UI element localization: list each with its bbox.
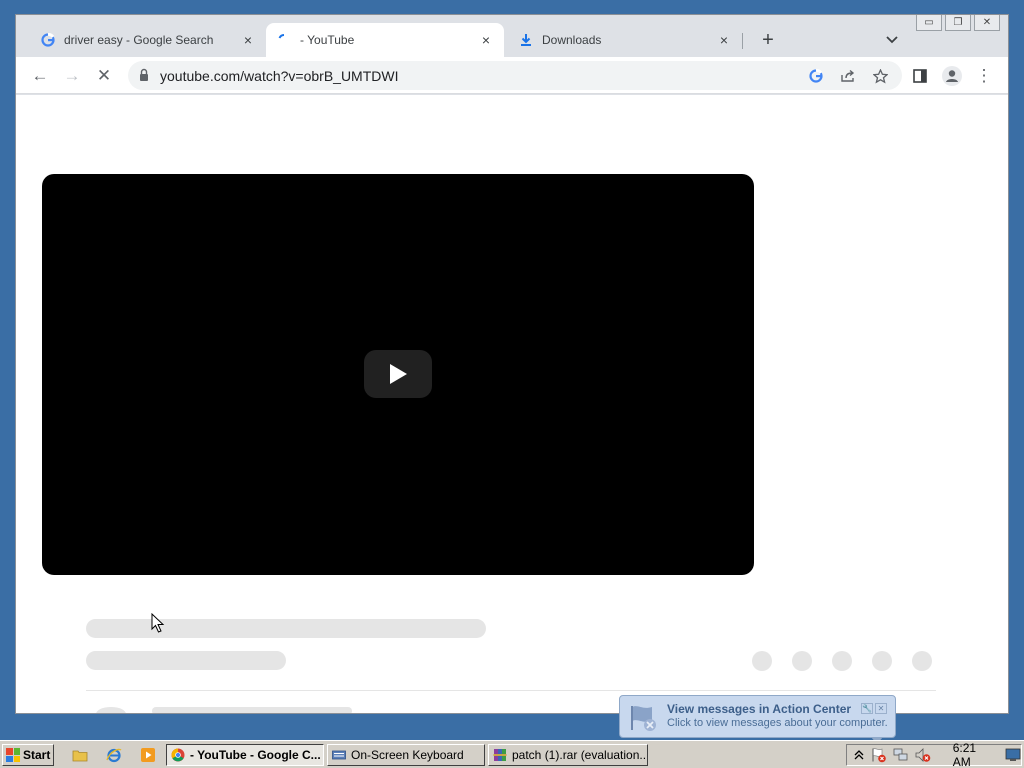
chrome-menu-button[interactable]: ⋮: [971, 63, 997, 89]
start-button[interactable]: Start: [2, 744, 54, 766]
content-divider: [86, 690, 936, 691]
lock-icon: [140, 68, 148, 81]
taskbar-item-label: On-Screen Keyboard: [351, 748, 464, 762]
profile-avatar-icon: [942, 66, 962, 86]
system-tray: 6:21 AM: [846, 741, 1022, 768]
play-icon: [390, 364, 407, 384]
media-player-icon[interactable]: [139, 746, 157, 764]
notification-controls: 🔧 ✕: [861, 703, 887, 714]
tab-google-search[interactable]: driver easy - Google Search ×: [30, 23, 266, 57]
notification-text: Click to view messages about your comput…: [667, 717, 888, 729]
notification-title: View messages in Action Center: [667, 702, 852, 716]
keyboard-icon: [332, 750, 346, 760]
description-placeholder: [152, 707, 352, 713]
share-icon[interactable]: [837, 65, 859, 87]
action-center-flag-icon: [631, 706, 656, 731]
browser-toolbar: ← → ✕ youtube.com/watch?v=obrB_UMTDWI ⋮: [16, 57, 1008, 94]
show-hidden-icons-icon[interactable]: [853, 747, 865, 763]
new-tab-button[interactable]: +: [756, 28, 780, 52]
windows-logo-icon: [6, 748, 20, 762]
volume-muted-icon[interactable]: [915, 747, 931, 763]
notification-options-icon[interactable]: 🔧: [861, 703, 873, 714]
video-player[interactable]: [42, 174, 754, 575]
action-placeholder: [872, 651, 892, 671]
taskbar-item-label: - YouTube - Google C...: [190, 748, 321, 762]
download-icon: [518, 32, 534, 48]
tab-close-icon[interactable]: ×: [716, 32, 732, 48]
avatar-placeholder: [96, 707, 126, 713]
tab-search-button[interactable]: [880, 28, 904, 52]
loading-spinner-icon: [276, 32, 292, 48]
tab-strip: driver easy - Google Search × - YouTube …: [16, 23, 1008, 57]
profile-button[interactable]: [939, 63, 965, 89]
side-panel-button[interactable]: [907, 63, 933, 89]
side-panel-icon: [913, 69, 927, 83]
address-bar[interactable]: youtube.com/watch?v=obrB_UMTDWI: [128, 61, 902, 90]
url-text: youtube.com/watch?v=obrB_UMTDWI: [160, 68, 399, 84]
action-center-notification[interactable]: View messages in Action Center Click to …: [619, 695, 896, 738]
action-placeholder: [912, 651, 932, 671]
chrome-icon: [171, 748, 185, 762]
action-placeholder: [832, 651, 852, 671]
bookmark-star-icon[interactable]: [869, 65, 891, 87]
mouse-cursor-icon: [151, 613, 165, 633]
taskbar-item-label: patch (1).rar (evaluation...: [512, 748, 648, 762]
google-g-icon: [40, 32, 56, 48]
action-center-tray-icon[interactable]: [871, 747, 887, 763]
browser-window: ▭ ❐ ✕ driver easy - Google Search × - Yo…: [15, 14, 1009, 714]
network-icon[interactable]: [893, 747, 909, 763]
taskbar-item-keyboard[interactable]: On-Screen Keyboard: [327, 744, 485, 766]
tab-close-icon[interactable]: ×: [240, 32, 256, 48]
taskbar-item-winrar[interactable]: patch (1).rar (evaluation...: [488, 744, 648, 766]
tab-downloads[interactable]: Downloads ×: [508, 23, 742, 57]
stop-loading-button[interactable]: ✕: [91, 63, 117, 89]
winrar-icon: [493, 749, 507, 761]
forward-button[interactable]: →: [59, 63, 85, 89]
taskbar-item-chrome[interactable]: - YouTube - Google C...: [166, 744, 324, 766]
channel-placeholder: [86, 651, 286, 670]
explorer-quicklaunch-icon[interactable]: [71, 746, 89, 764]
chevron-down-icon: [886, 36, 898, 44]
internet-explorer-icon[interactable]: [105, 746, 123, 764]
notification-close-icon[interactable]: ✕: [875, 703, 887, 714]
taskbar: Start - YouTube - Google C... On-Screen …: [0, 740, 1024, 768]
google-lens-icon[interactable]: [805, 65, 827, 87]
system-clock[interactable]: 6:21 AM: [953, 741, 985, 768]
start-label: Start: [23, 748, 51, 762]
action-placeholder: [792, 651, 812, 671]
back-button[interactable]: ←: [27, 63, 53, 89]
tab-separator: [742, 33, 743, 49]
show-desktop-icon[interactable]: [1005, 747, 1021, 763]
action-placeholder: [752, 651, 772, 671]
tab-close-icon[interactable]: ×: [478, 32, 494, 48]
title-placeholder: [86, 619, 486, 638]
tab-title: Downloads: [542, 33, 602, 47]
tab-title: - YouTube: [300, 33, 355, 47]
tab-title: driver easy - Google Search: [64, 33, 214, 47]
tab-youtube[interactable]: - YouTube ×: [266, 23, 504, 57]
play-button[interactable]: [364, 350, 432, 398]
